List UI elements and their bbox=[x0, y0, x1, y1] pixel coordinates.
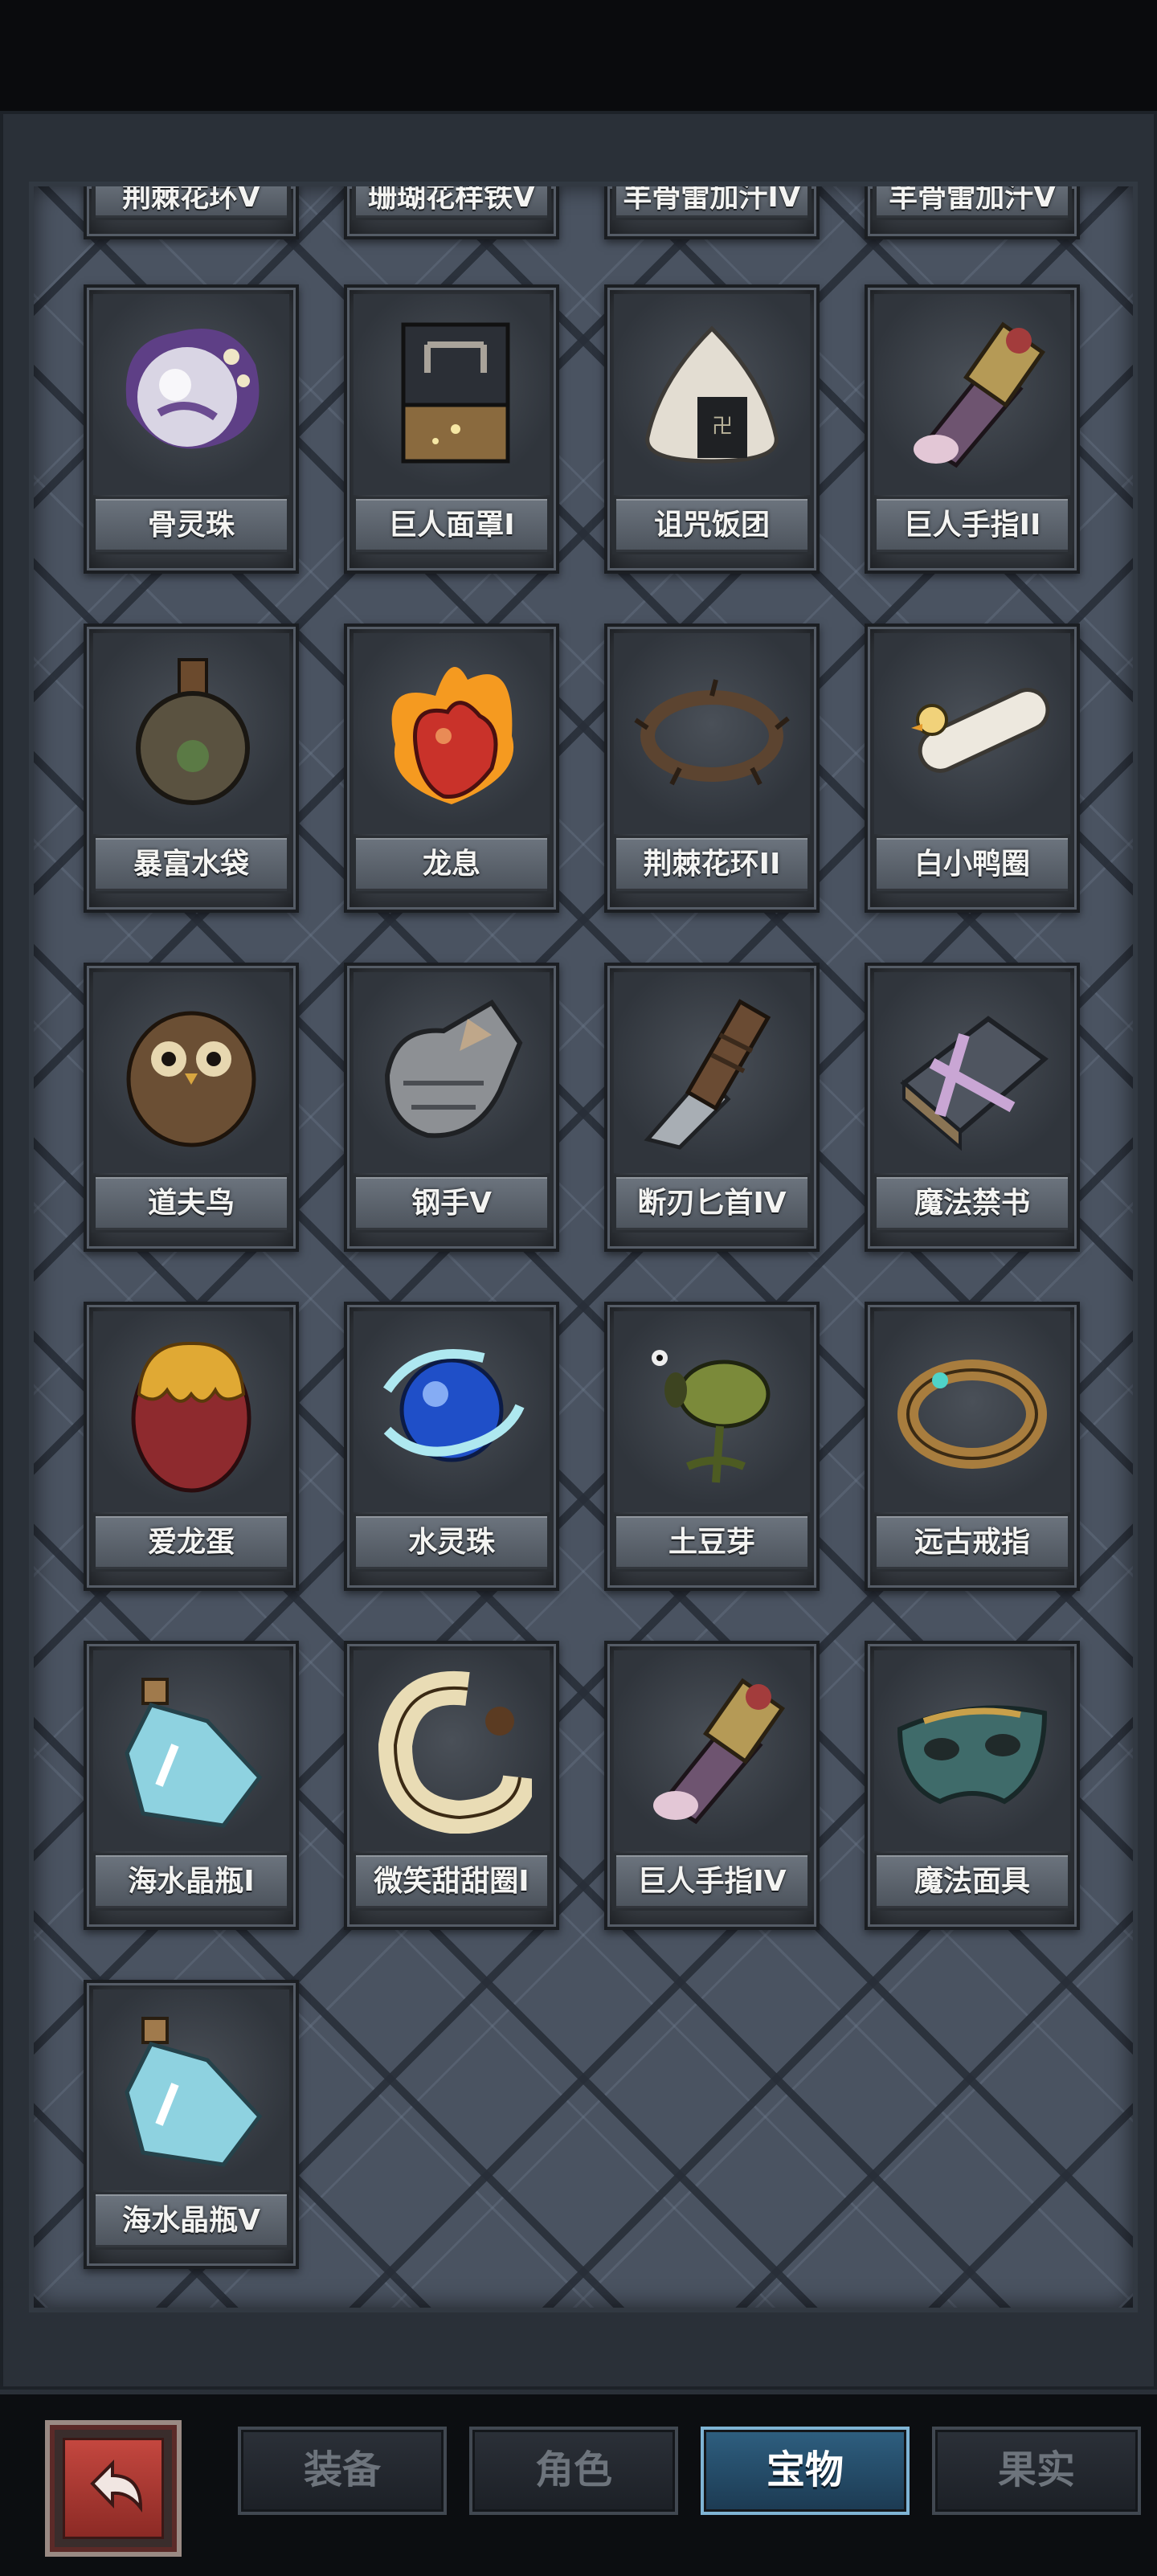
potato-sprout-icon bbox=[652, 1350, 771, 1483]
item-label: 羊骨雷加汁V bbox=[873, 186, 1072, 220]
item-card[interactable]: 荆棘花环II bbox=[604, 624, 820, 913]
tab-character[interactable]: 角色 bbox=[469, 2427, 678, 2515]
item-card[interactable]: 珊瑚花样铁V bbox=[344, 186, 559, 239]
cursed-rice-ball-icon: 卍 bbox=[645, 325, 779, 464]
crystal-bottle-icon bbox=[125, 2017, 263, 2167]
item-card[interactable]: 海水晶瓶V bbox=[84, 1980, 299, 2269]
item-label: 爱龙蛋 bbox=[92, 1514, 291, 1572]
item-label: 暴富水袋 bbox=[92, 836, 291, 893]
item-card[interactable]: 远古戒指 bbox=[865, 1302, 1080, 1591]
item-label: 珊瑚花样铁V bbox=[352, 186, 551, 220]
item-label: 远古戒指 bbox=[873, 1514, 1072, 1572]
item-label: 魔法面具 bbox=[873, 1853, 1072, 1911]
item-card[interactable]: 龙息 bbox=[344, 624, 559, 913]
item-label: 海水晶瓶V bbox=[92, 2192, 291, 2250]
item-card[interactable]: 暴富水袋 bbox=[84, 624, 299, 913]
item-grid[interactable]: 荆棘花环V 珊瑚花样铁V 羊骨雷加汁IV 羊骨雷加汁V 骨灵珠 巨人面罩I 卍 … bbox=[29, 182, 1138, 2312]
item-label: 骨灵珠 bbox=[92, 497, 291, 554]
item-label: 土豆芽 bbox=[612, 1514, 812, 1572]
water-spirit-orb-icon bbox=[383, 1349, 525, 1462]
steel-gauntlet-icon bbox=[384, 1000, 523, 1139]
item-card[interactable]: 爱龙蛋 bbox=[84, 1302, 299, 1591]
item-label: 荆棘花环II bbox=[612, 836, 812, 893]
water-pouch-icon bbox=[136, 658, 250, 805]
item-card[interactable]: 水灵珠 bbox=[344, 1302, 559, 1591]
bone-spirit-orb-icon bbox=[125, 329, 260, 449]
tab-equipment[interactable]: 装备 bbox=[238, 2427, 447, 2515]
item-label: 水灵珠 bbox=[352, 1514, 551, 1572]
giant-finger-icon bbox=[653, 1678, 785, 1825]
forbidden-book-icon bbox=[900, 1016, 1049, 1151]
broken-dagger-icon bbox=[644, 999, 771, 1150]
tab-treasure[interactable]: 宝物 bbox=[701, 2427, 910, 2515]
smile-donut-icon bbox=[378, 1670, 532, 1834]
item-label: 微笑甜甜圈I bbox=[352, 1853, 551, 1911]
inventory-panel: 荆棘花环V 珊瑚花样铁V 羊骨雷加汁IV 羊骨雷加汁V 骨灵珠 巨人面罩I 卍 … bbox=[0, 111, 1157, 2390]
item-label: 断刃匕首IV bbox=[612, 1175, 812, 1233]
item-label: 荆棘花环V bbox=[92, 186, 291, 220]
owl-bird-icon bbox=[126, 1011, 256, 1147]
item-label: 诅咒饭团 bbox=[612, 497, 812, 554]
ancient-ring-icon bbox=[897, 1360, 1047, 1469]
item-label: 巨人面罩I bbox=[352, 497, 551, 554]
svg-text:卍: 卍 bbox=[712, 415, 733, 439]
item-label: 巨人手指IV bbox=[612, 1853, 812, 1911]
item-card[interactable]: 白小鸭圈 bbox=[865, 624, 1080, 913]
item-card[interactable]: 羊骨雷加汁V bbox=[865, 186, 1080, 239]
item-label: 羊骨雷加汁IV bbox=[612, 186, 812, 220]
giant-finger-icon bbox=[914, 321, 1045, 468]
item-card[interactable]: 钢手V bbox=[344, 963, 559, 1252]
back-button[interactable] bbox=[45, 2420, 182, 2557]
return-arrow-icon bbox=[90, 2459, 143, 2513]
item-label: 魔法禁书 bbox=[873, 1175, 1072, 1233]
item-card[interactable]: 魔法面具 bbox=[865, 1641, 1080, 1930]
item-card[interactable]: 断刃匕首IV bbox=[604, 963, 820, 1252]
giant-mask-icon bbox=[401, 322, 510, 464]
duck-ring-icon bbox=[911, 688, 1050, 773]
item-card[interactable]: 魔法禁书 bbox=[865, 963, 1080, 1252]
item-card[interactable]: 骨灵珠 bbox=[84, 284, 299, 574]
magic-mask-icon bbox=[897, 1705, 1048, 1805]
item-label: 道夫鸟 bbox=[92, 1175, 291, 1233]
item-label: 白小鸭圈 bbox=[873, 836, 1072, 893]
item-label: 巨人手指II bbox=[873, 497, 1072, 554]
dragon-breath-heart-icon bbox=[391, 667, 514, 804]
item-card[interactable]: 道夫鸟 bbox=[84, 963, 299, 1252]
item-card[interactable]: 土豆芽 bbox=[604, 1302, 820, 1591]
crystal-bottle-icon bbox=[125, 1678, 263, 1828]
thorn-wreath-icon bbox=[634, 679, 790, 786]
item-card[interactable]: 海水晶瓶I bbox=[84, 1641, 299, 1930]
item-card[interactable]: 巨人手指IV bbox=[604, 1641, 820, 1930]
item-card[interactable]: 荆棘花环V bbox=[84, 186, 299, 239]
tab-fruit[interactable]: 果实 bbox=[932, 2427, 1141, 2515]
top-letterbox bbox=[0, 0, 1157, 111]
item-card[interactable]: 卍 诅咒饭团 bbox=[604, 284, 820, 574]
item-card[interactable]: 微笑甜甜圈I bbox=[344, 1641, 559, 1930]
item-label: 钢手V bbox=[352, 1175, 551, 1233]
item-card[interactable]: 羊骨雷加汁IV bbox=[604, 186, 820, 239]
dragon-egg-icon bbox=[131, 1341, 251, 1493]
item-card[interactable]: 巨人面罩I bbox=[344, 284, 559, 574]
item-card[interactable]: 巨人手指II bbox=[865, 284, 1080, 574]
item-label: 龙息 bbox=[352, 836, 551, 893]
bottom-nav: 装备 角色 宝物 果实 bbox=[0, 2390, 1157, 2576]
item-label: 海水晶瓶I bbox=[92, 1853, 291, 1911]
